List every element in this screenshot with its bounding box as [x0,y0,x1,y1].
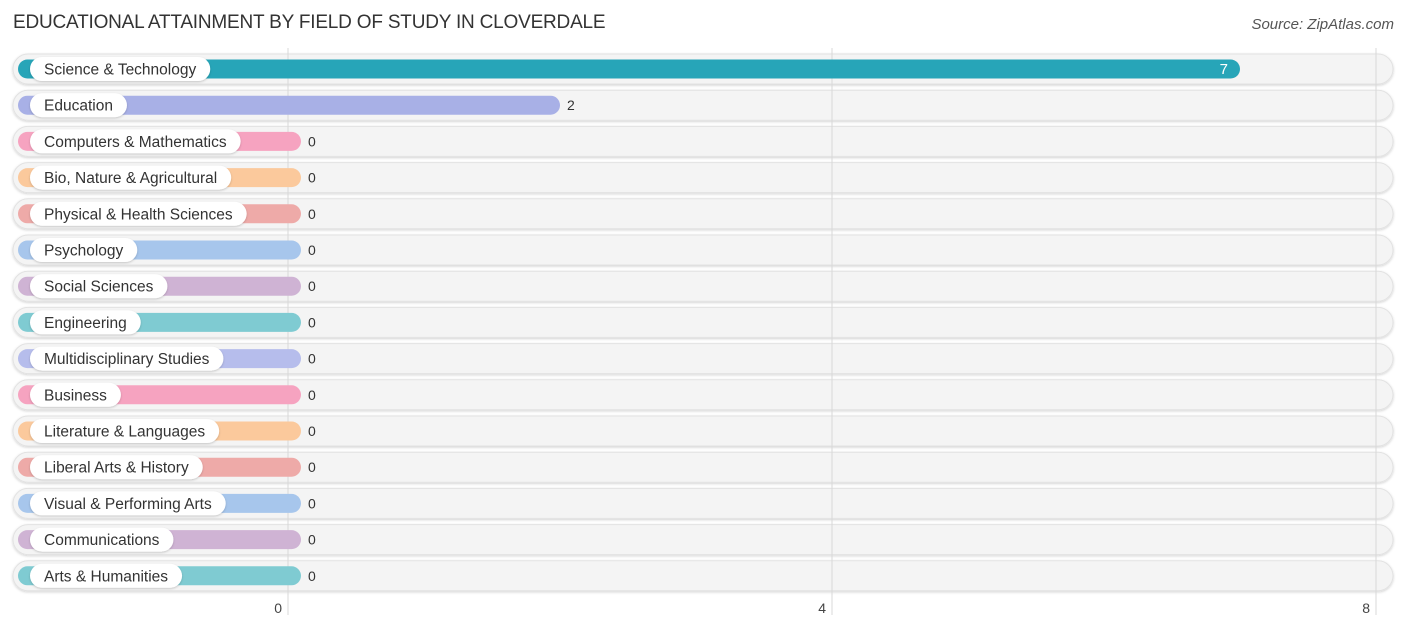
category-label: Arts & Humanities [44,568,168,585]
x-tick-label: 8 [1362,600,1370,616]
value-label: 0 [308,387,316,403]
category-label: Literature & Languages [44,424,205,441]
value-label: 0 [308,206,316,222]
bar-chart: Science & Technology 7 Education 2 Computers… [12,48,1394,616]
bar-row[interactable]: Visual & Performing Arts 0 [18,491,316,516]
bar-row[interactable]: Physical & Health Sciences 0 [18,201,316,226]
category-label: Liberal Arts & History [44,460,189,477]
bar-row[interactable]: Social Sciences 0 [18,274,316,299]
value-label: 0 [308,423,316,439]
value-label: 2 [567,97,575,113]
value-label: 0 [308,242,316,258]
value-label: 0 [308,170,316,186]
bar-row[interactable]: Computers & Mathematics 0 [18,129,316,154]
bar-row[interactable]: Communications 0 [18,527,316,552]
category-label: Bio, Nature & Agricultural [44,170,217,187]
value-label: 0 [308,133,316,149]
value-label: 7 [1220,61,1228,78]
value-label: 0 [308,278,316,294]
category-label: Business [44,387,107,404]
bar-row[interactable]: Bio, Nature & Agricultural 0 [18,165,316,190]
bar-row[interactable]: Literature & Languages 0 [18,419,316,443]
bar-row[interactable]: Engineering 0 [18,310,316,335]
bar-row[interactable]: Science & Technology 7 [18,57,1240,81]
category-label: Education [44,98,113,115]
category-label: Science & Technology [44,62,196,79]
value-label: 0 [308,351,316,367]
category-label: Psychology [44,243,124,260]
category-label: Engineering [44,315,127,332]
bar-row[interactable]: Multidisciplinary Studies 0 [18,346,316,371]
category-label: Communications [44,532,160,549]
value-label: 0 [308,495,316,511]
bar-row[interactable]: Business 0 [18,382,316,407]
x-tick-label: 4 [818,600,826,616]
category-label: Physical & Health Sciences [44,206,233,223]
value-label: 0 [308,568,316,584]
bar-row[interactable]: Liberal Arts & History 0 [18,455,316,480]
value-label: 0 [308,532,316,548]
value-label: 0 [308,459,316,475]
category-label: Computers & Mathematics [44,134,227,151]
x-tick-label: 0 [274,600,282,616]
value-label: 0 [308,314,316,330]
bar-row[interactable]: Education 2 [18,93,575,118]
category-label: Multidisciplinary Studies [44,351,210,368]
category-label: Social Sciences [44,279,154,296]
bar-row[interactable]: Arts & Humanities 0 [18,563,316,588]
bar-row[interactable]: Psychology 0 [18,238,316,262]
category-label: Visual & Performing Arts [44,496,212,513]
